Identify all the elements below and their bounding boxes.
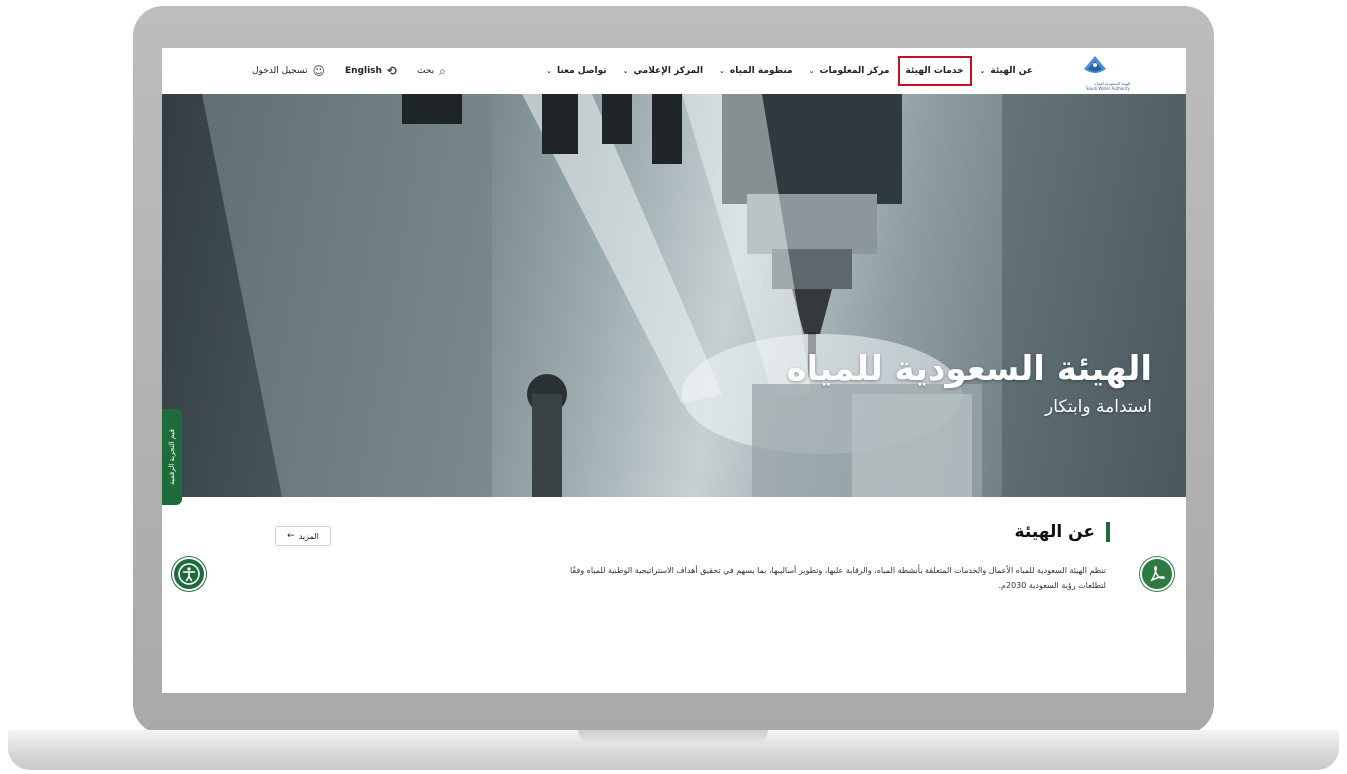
header-tools: ⌕ بحث ⟲ English ☺ تسجيل الدخول	[232, 48, 446, 94]
more-label: المزيد	[298, 531, 319, 541]
nav-item-label: مركز المعلومات	[819, 66, 890, 76]
user-icon: ☺	[312, 64, 325, 78]
nav-item-about[interactable]: عن الهيئة ⌄	[977, 61, 1036, 81]
search-button[interactable]: ⌕ بحث	[417, 64, 446, 79]
language-label: English	[344, 66, 382, 76]
pdf-button[interactable]	[1140, 557, 1174, 591]
nav-item-label: عن الهيئة	[990, 66, 1033, 76]
laptop-notch	[578, 730, 768, 744]
about-description-line: لتطلعات رؤية السعودية 2030م.	[998, 581, 1107, 590]
feedback-tab-label: قيم التجربة الرقمية	[168, 428, 176, 486]
accessibility-button[interactable]	[172, 557, 206, 591]
site-logo[interactable]: الهيئة السعودية للمياه Saudi Water Autho…	[1060, 52, 1130, 92]
about-description: تنظم الهيئة السعودية للمياه الأعمال والخ…	[486, 563, 1106, 593]
nav-item-water-system[interactable]: منظومة المياه ⌄	[716, 61, 796, 81]
translate-icon: ⟲	[386, 64, 397, 78]
about-description-line: تنظم الهيئة السعودية للمياه الأعمال والخ…	[569, 566, 1106, 575]
nav-item-media-center[interactable]: المركز الإعلامي ⌄	[620, 61, 706, 81]
hero-title: الهيئة السعودية للمياه	[786, 349, 1152, 389]
nav-item-label: المركز الإعلامي	[633, 66, 704, 76]
login-button[interactable]: ☺ تسجيل الدخول	[252, 64, 325, 78]
pdf-icon	[1150, 566, 1165, 582]
chevron-down-icon: ⌄	[546, 67, 552, 75]
arrow-left-icon: ←	[287, 531, 295, 541]
search-label: بحث	[416, 66, 435, 76]
hero-machine-image	[162, 94, 1186, 497]
language-toggle[interactable]: ⟲ English	[345, 64, 397, 78]
site-header: الهيئة السعودية للمياه Saudi Water Autho…	[162, 48, 1186, 94]
hero-banner: الهيئة السعودية للمياه استدامة وابتكار	[162, 94, 1186, 497]
main-nav: عن الهيئة ⌄ خدمات الهيئة مركز المعلومات …	[533, 48, 1036, 94]
about-section-title: عن الهيئة	[1015, 522, 1110, 542]
nav-item-contact[interactable]: تواصل معنا ⌄	[543, 61, 610, 81]
nav-item-label: خدمات الهيئة	[905, 66, 964, 76]
chevron-down-icon: ⌄	[719, 67, 725, 75]
nav-item-label: تواصل معنا	[556, 66, 607, 76]
digital-experience-feedback-tab[interactable]: قيم التجربة الرقمية	[162, 409, 182, 505]
nav-item-label: منظومة المياه	[729, 66, 793, 76]
chevron-down-icon: ⌄	[622, 67, 629, 75]
hero-subtitle: استدامة وابتكار	[1045, 397, 1152, 417]
nav-item-info-center[interactable]: مركز المعلومات ⌄	[806, 61, 893, 81]
chevron-down-icon: ⌄	[808, 67, 815, 75]
accessibility-icon	[178, 563, 200, 585]
water-drop-logo-icon	[1084, 56, 1106, 73]
search-icon: ⌕	[439, 63, 446, 78]
chevron-down-icon: ⌄	[979, 67, 986, 75]
more-button[interactable]: المزيد ←	[275, 526, 331, 546]
nav-item-services[interactable]: خدمات الهيئة	[897, 56, 972, 86]
laptop-screen: الهيئة السعودية للمياه Saudi Water Autho…	[162, 48, 1186, 693]
logo-name-en: Saudi Water Authority	[1085, 86, 1130, 91]
login-label: تسجيل الدخول	[252, 66, 308, 76]
